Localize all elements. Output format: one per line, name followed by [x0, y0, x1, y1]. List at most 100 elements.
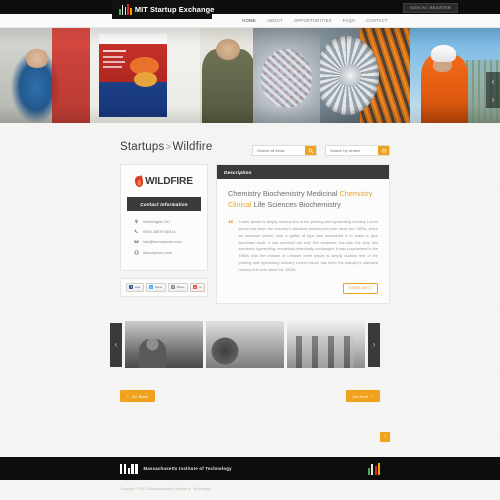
- footer-bars-icon: [367, 462, 380, 475]
- pager-row: ‹ Go Back Go Next ›: [110, 372, 390, 403]
- company-logo: WILDFIRE: [121, 175, 207, 188]
- company-sidebar: WILDFIRE Contact Information Washington …: [120, 164, 208, 304]
- engineer-helmet: [430, 45, 456, 63]
- hero-photo-poster: [90, 28, 200, 123]
- top-bar: MIT Startup Exchange SIGN IN / REGISTER: [0, 0, 500, 19]
- share-label: Share: [176, 285, 185, 290]
- vial-machine: [252, 28, 320, 123]
- share-button[interactable]: ↗ Share: [167, 282, 188, 292]
- contact-email-value[interactable]: info@loremipsum.com: [143, 239, 182, 244]
- contact-information-header: Contact Information: [127, 197, 201, 211]
- more-info-button[interactable]: MORE INFO: [342, 282, 378, 294]
- contact-phone-value: 0054 26879 56314: [143, 228, 176, 234]
- photo-gallery-carousel: ‹ ›: [110, 318, 390, 372]
- quote-mark-icon: “: [228, 218, 234, 231]
- content-columns: WILDFIRE Contact Information Washington …: [110, 164, 390, 304]
- tagline-after: Life Sciences Biochemistry: [251, 199, 341, 209]
- contact-location: Washington DC: [133, 218, 207, 224]
- turbine-hub: [339, 64, 362, 87]
- page-title: Startups>Wildfire: [110, 123, 390, 164]
- hero-photo-jet-turbine: [320, 28, 410, 123]
- contact-website-value[interactable]: www.lipsum.com: [143, 250, 172, 255]
- google-plus-one-button[interactable]: g +1: [189, 282, 206, 292]
- back-to-top-button[interactable]: ↑: [380, 432, 390, 442]
- chevron-right-icon: ›: [371, 393, 373, 399]
- search-by-cluster-input[interactable]: [326, 146, 378, 155]
- gallery-prev-button[interactable]: ‹: [110, 322, 122, 367]
- share-icon: ↗: [170, 285, 175, 290]
- facebook-like-button[interactable]: f Like: [126, 282, 144, 292]
- description-body: Chemistry Biochemistry Medicinal Chemist…: [217, 179, 389, 303]
- go-back-label: Go Back: [131, 393, 149, 399]
- nav-list: HOME ABOUT OPPORTUNITIES FAQS CONTACT: [242, 18, 388, 23]
- hero-next-arrow-icon[interactable]: ›: [486, 90, 500, 108]
- search-row: [252, 145, 390, 156]
- poster-graphic: [98, 33, 167, 118]
- breadcrumb-current: Wildfire: [172, 141, 213, 153]
- contact-website: www.lipsum.com: [133, 249, 207, 255]
- go-back-button[interactable]: ‹ Go Back: [120, 389, 156, 403]
- search-by-cluster: [325, 145, 390, 156]
- search-all-fields: [252, 145, 317, 156]
- gallery-strip: [122, 321, 368, 369]
- envelope-icon: [133, 239, 139, 245]
- company-name: WILDFIRE: [145, 176, 193, 187]
- tagline-before: Chemistry Biochemistry Medicinal: [228, 189, 340, 198]
- location-pin-icon: [133, 218, 139, 224]
- nav-item-faqs[interactable]: FAQS: [343, 18, 355, 23]
- company-logo-card: WILDFIRE Contact Information Washington …: [120, 164, 208, 271]
- twitter-tweet-label: Tweet: [154, 285, 163, 290]
- breadcrumb-separator: >: [165, 142, 172, 153]
- google-plus-icon: g: [192, 285, 197, 290]
- more-info-row: MORE INFO: [228, 282, 378, 294]
- gallery-next-button[interactable]: ›: [368, 322, 380, 367]
- visitor-figure: [202, 48, 256, 123]
- contact-location-value: Washington DC: [143, 218, 171, 224]
- search-all-fields-button[interactable]: [305, 146, 316, 155]
- nav-item-opportunities[interactable]: OPPORTUNITIES: [294, 18, 332, 23]
- gallery-photo-1[interactable]: [125, 321, 203, 369]
- page-content: Startups>Wildfire Search all fields Sear…: [0, 123, 500, 403]
- globe-icon: [133, 249, 139, 255]
- twitter-tweet-button[interactable]: t Tweet: [145, 282, 166, 292]
- twitter-icon: t: [148, 285, 153, 290]
- description-header: Description: [217, 165, 389, 179]
- site-footer: Massachusetts Institute of Technology: [0, 457, 500, 480]
- nav-item-home[interactable]: HOME: [242, 18, 256, 23]
- mit-bars-logo-icon: [119, 4, 132, 15]
- site-brand[interactable]: MIT Startup Exchange: [112, 0, 215, 19]
- sign-in-register-button[interactable]: SIGN IN / REGISTER: [402, 2, 458, 14]
- description-panel: Description Chemistry Biochemistry Medic…: [216, 164, 390, 304]
- description-text: Lorem Ipsum is simply dummy text of the …: [238, 219, 379, 272]
- google-plus-one-label: +1: [198, 285, 202, 290]
- description-quote: “ Lorem Ipsum is simply dummy text of th…: [228, 219, 378, 274]
- hero-photo-lab-vials: [200, 28, 320, 123]
- search-all-fields-input[interactable]: [253, 146, 305, 155]
- contact-list: Washington DC 0054 26879 56314 info@lore…: [121, 218, 207, 255]
- facebook-like-label: Like: [134, 285, 141, 290]
- hero-photo-presenter: [0, 28, 90, 123]
- brand-title: MIT Startup Exchange: [134, 5, 215, 14]
- phone-icon: [133, 228, 139, 234]
- contact-email: info@loremipsum.com: [133, 239, 207, 245]
- cluster-icon: [381, 148, 386, 153]
- breadcrumb-parent[interactable]: Startups: [120, 141, 164, 153]
- hero-image-carousel: ‹ ›: [0, 28, 500, 123]
- go-next-label: Go Next: [352, 393, 369, 399]
- nav-item-contact[interactable]: CONTACT: [366, 18, 388, 23]
- gallery-photo-3[interactable]: [287, 321, 365, 369]
- social-share-bar: f Like t Tweet ↗ Share g +1: [120, 277, 208, 297]
- hero-prev-arrow-icon[interactable]: ‹: [486, 72, 500, 90]
- footer-institution: Massachusetts Institute of Technology: [143, 466, 232, 471]
- go-next-button[interactable]: Go Next ›: [345, 389, 380, 403]
- search-by-cluster-button[interactable]: [378, 146, 389, 155]
- mit-logo-icon: [120, 463, 138, 474]
- nav-item-about[interactable]: ABOUT: [267, 18, 283, 23]
- description-column: Description Chemistry Biochemistry Medic…: [216, 164, 390, 304]
- flame-icon: [134, 175, 145, 188]
- chevron-left-icon: ‹: [127, 393, 129, 399]
- description-tagline: Chemistry Biochemistry Medicinal Chemist…: [228, 189, 378, 210]
- main-navigation: HOME ABOUT OPPORTUNITIES FAQS CONTACT: [0, 14, 500, 28]
- search-icon: [308, 148, 314, 154]
- gallery-photo-2[interactable]: [206, 321, 284, 369]
